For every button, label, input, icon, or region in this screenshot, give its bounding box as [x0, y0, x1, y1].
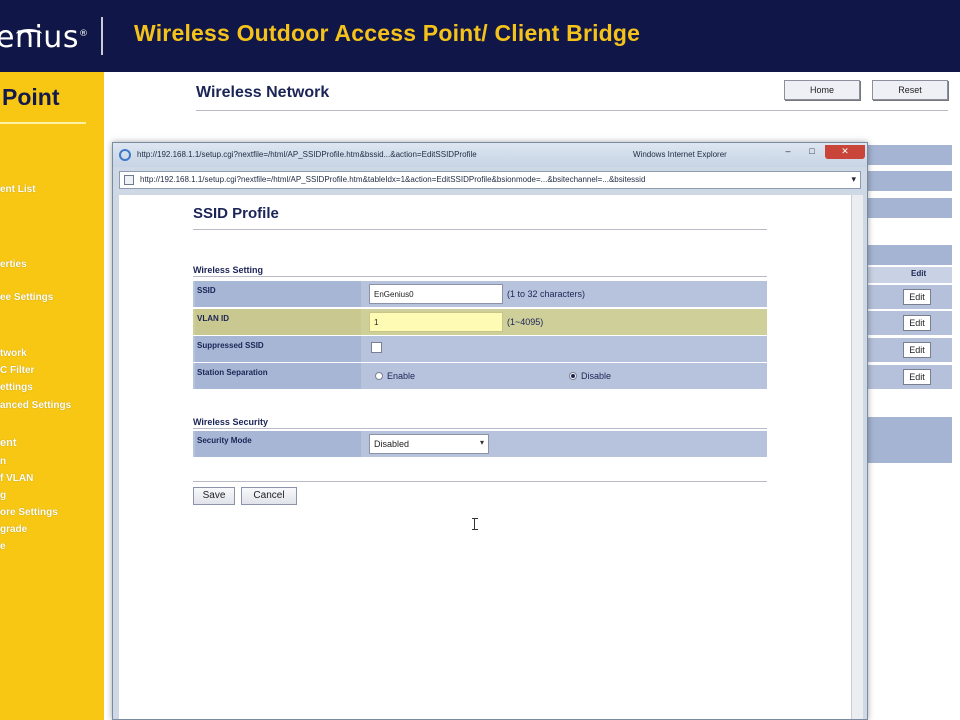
station-separation-label-cell: Station Separation [195, 363, 361, 389]
vlan-id-row: VLAN ID (1~4095) [193, 309, 767, 335]
security-mode-label: Security Mode [197, 436, 252, 445]
sidebar-divider [0, 122, 86, 124]
form-title-divider [193, 229, 767, 230]
popup-title-url: http://192.168.1.1/setup.cgi?nextfile=/h… [137, 150, 477, 159]
popup-content: SSID Profile Wireless Setting SSID (1 to… [119, 195, 851, 719]
station-separation-label: Station Separation [197, 368, 268, 377]
table-row: Edit [866, 311, 952, 335]
sidebar-item-tree-settings[interactable]: ee Settings [0, 292, 53, 303]
internet-explorer-icon [119, 149, 131, 161]
sidebar-item-log[interactable]: g [0, 490, 6, 501]
enable-radio-label[interactable]: Enable [387, 371, 415, 381]
logo-swoosh [16, 29, 42, 39]
wireless-security-heading: Wireless Security [193, 417, 268, 427]
ssid-profile-popup-window: http://192.168.1.1/setup.cgi?nextfile=/h… [112, 142, 868, 720]
table-row: Edit [866, 285, 952, 309]
profile-table-header: Edit [866, 267, 952, 283]
vlan-id-label-cell: VLAN ID [195, 309, 361, 335]
vlan-id-input[interactable] [369, 312, 503, 332]
ssid-hint: (1 to 32 characters) [507, 289, 586, 299]
sidebar-title: Point [2, 84, 60, 110]
form-title: SSID Profile [193, 205, 279, 222]
reset-button[interactable]: Reset [872, 80, 948, 100]
sidebar-item-restore-settings[interactable]: ore Settings [0, 507, 58, 518]
popup-titlebar[interactable]: http://192.168.1.1/setup.cgi?nextfile=/h… [113, 143, 867, 167]
save-button[interactable]: Save [193, 487, 235, 505]
section-divider [193, 428, 767, 429]
background-band [866, 417, 952, 463]
edit-column-header: Edit [911, 269, 927, 278]
security-mode-select[interactable]: Disabled ▾ [369, 434, 489, 454]
security-mode-label-cell: Security Mode [195, 431, 361, 457]
sidebar-section-management[interactable]: ent [0, 437, 17, 449]
security-mode-value-cell: Disabled ▾ [364, 431, 767, 457]
sidebar-item-admin[interactable]: n [0, 456, 6, 467]
ssid-label: SSID [197, 286, 216, 295]
disable-radio[interactable] [569, 372, 577, 380]
sidebar-item-upgrade[interactable]: grade [0, 524, 27, 535]
logo-registered-mark: ® [78, 29, 89, 39]
sidebar-item-mac-filter[interactable]: C Filter [0, 365, 34, 376]
page-title-divider [196, 110, 948, 111]
address-bar[interactable]: http://192.168.1.1/setup.cgi?nextfile=/h… [119, 171, 861, 189]
background-band [866, 245, 952, 265]
vertical-scrollbar[interactable] [851, 195, 863, 719]
header-divider [101, 17, 103, 55]
table-row: Edit [866, 365, 952, 389]
product-title: Wireless Outdoor Access Point/ Client Br… [134, 20, 641, 46]
table-row: Edit [866, 338, 952, 362]
sidebar-item-mgmt-vlan[interactable]: f VLAN [0, 473, 33, 484]
suppressed-ssid-label-cell: Suppressed SSID [195, 336, 361, 362]
edit-button[interactable]: Edit [903, 342, 931, 358]
wireless-setting-heading: Wireless Setting [193, 265, 263, 275]
suppressed-ssid-checkbox[interactable] [371, 342, 382, 353]
sidebar-item-settings[interactable]: ettings [0, 382, 33, 393]
brand-logo: enius® [0, 20, 88, 55]
address-url[interactable]: http://192.168.1.1/setup.cgi?nextfile=/h… [140, 175, 840, 184]
ssid-label-cell: SSID [195, 281, 361, 307]
sidebar-item-reboot[interactable]: e [0, 541, 6, 552]
home-button[interactable]: Home [784, 80, 860, 100]
disable-radio-label[interactable]: Disable [581, 371, 611, 381]
edit-button[interactable]: Edit [903, 369, 931, 385]
suppressed-ssid-label: Suppressed SSID [197, 341, 264, 350]
ssid-input[interactable] [369, 284, 503, 304]
page-title: Wireless Network [196, 84, 330, 101]
close-icon[interactable]: ✕ [825, 145, 865, 159]
sidebar-item-client-list[interactable]: ent List [0, 184, 36, 195]
edit-button[interactable]: Edit [903, 289, 931, 305]
sidebar-item-network[interactable]: twork [0, 348, 27, 359]
station-separation-row: Station Separation Enable Disable [193, 363, 767, 389]
page-icon [124, 175, 134, 185]
ssid-row: SSID (1 to 32 characters) [193, 281, 767, 307]
sidebar-item-properties[interactable]: erties [0, 259, 27, 270]
vlan-id-hint: (1~4095) [507, 317, 544, 327]
ssid-value-cell: (1 to 32 characters) [364, 281, 767, 307]
section-divider [193, 481, 767, 482]
security-mode-selected: Disabled [374, 439, 410, 449]
security-mode-row: Security Mode Disabled ▾ [193, 431, 767, 457]
text-cursor-icon [472, 518, 478, 530]
chevron-down-icon: ▾ [479, 438, 484, 447]
background-band [866, 198, 952, 218]
popup-title-app: Windows Internet Explorer [633, 150, 727, 159]
edit-button[interactable]: Edit [903, 315, 931, 331]
background-band [866, 171, 952, 191]
maximize-icon[interactable]: □ [801, 145, 823, 159]
minimize-icon[interactable]: – [777, 145, 799, 159]
sidebar-item-advanced-settings[interactable]: anced Settings [0, 400, 71, 411]
vlan-id-value-cell: (1~4095) [364, 309, 767, 335]
cancel-button[interactable]: Cancel [241, 487, 297, 505]
top-header: enius® Wireless Outdoor Access Point/ Cl… [0, 0, 960, 72]
vlan-id-label: VLAN ID [197, 314, 229, 323]
background-band [866, 145, 952, 165]
enable-radio[interactable] [375, 372, 383, 380]
chevron-down-icon[interactable]: ▾ [851, 174, 856, 185]
section-divider [193, 276, 767, 277]
suppressed-ssid-row: Suppressed SSID [193, 336, 767, 362]
suppressed-ssid-value-cell [364, 336, 767, 362]
station-separation-value-cell: Enable Disable [364, 363, 767, 389]
sidebar: Point ent List erties ee Settings twork … [0, 72, 104, 720]
